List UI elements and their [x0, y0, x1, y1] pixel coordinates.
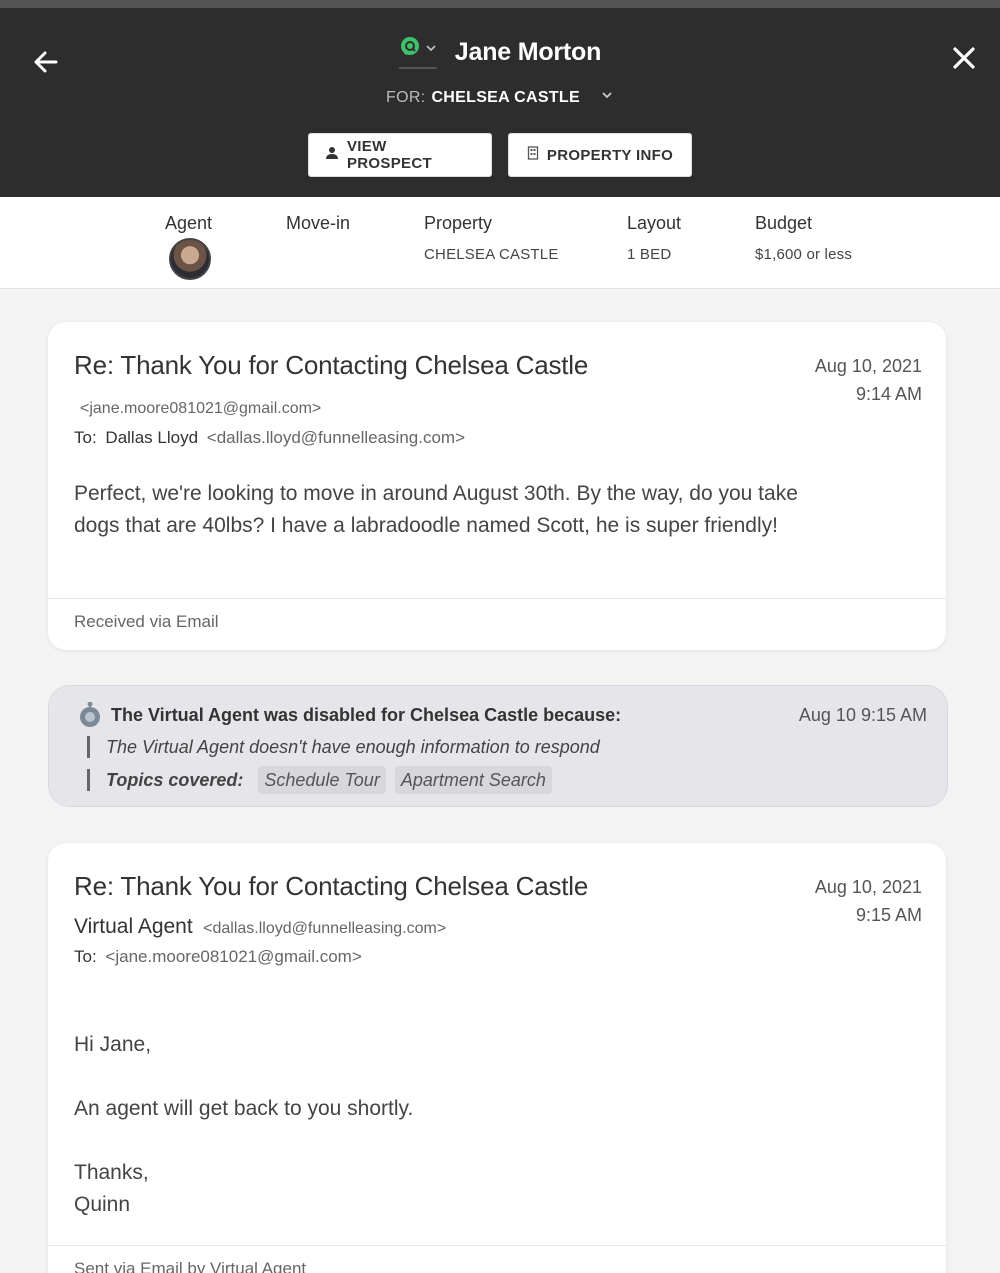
from-email: <dallas.lloyd@funnelleasing.com> [203, 920, 447, 937]
layout-value: 1 BED [627, 246, 672, 263]
to-email: <dallas.lloyd@funnelleasing.com> [206, 428, 466, 447]
property-column: Property CHELSEA CASTLE [424, 213, 559, 263]
conversation-header: Jane Morton FOR: CHELSEA CASTLE VIEW PRO… [0, 0, 1000, 197]
to-name: Dallas Lloyd [105, 428, 199, 447]
chevron-down-icon[interactable] [600, 88, 614, 107]
message-from: Virtual Agent <dallas.lloyd@funnelleasin… [74, 915, 446, 939]
from-email: <jane.moore081021@gmail.com> [80, 400, 322, 417]
message-time: 9:14 AM [855, 384, 922, 404]
prospect-summary-bar: Agent Move-in Property CHELSEA CASTLE La… [0, 197, 1000, 289]
notice-reason: The Virtual Agent doesn't have enough in… [87, 736, 600, 758]
message-date: Aug 10, 2021 [814, 356, 922, 376]
view-prospect-label: VIEW PROSPECT [347, 138, 432, 172]
budget-value: $1,600 or less [755, 246, 853, 263]
divider [48, 598, 946, 599]
property-label: Property [424, 213, 493, 233]
budget-label: Budget [755, 213, 813, 233]
for-property: CHELSEA CASTLE [431, 88, 580, 106]
to-label: To: [74, 947, 97, 966]
to-label: To: [74, 428, 97, 447]
budget-column: Budget $1,600 or less [755, 213, 852, 263]
topic-tag[interactable]: Apartment Search [394, 766, 552, 794]
message-card-inbound: Re: Thank You for Contacting Chelsea Cas… [48, 322, 946, 650]
message-card-outbound: Re: Thank You for Contacting Chelsea Cas… [48, 843, 946, 1273]
agent-column: Agent [165, 213, 212, 280]
message-time: 9:15 AM [855, 905, 922, 925]
person-icon [325, 146, 339, 164]
prospect-name: Jane Morton [454, 38, 602, 66]
close-icon[interactable] [948, 42, 980, 74]
divider [48, 1245, 946, 1246]
message-date: Aug 10, 2021 [814, 877, 922, 897]
to-email: <jane.moore081021@gmail.com> [105, 947, 362, 966]
message-from: <jane.moore081021@gmail.com> [80, 400, 321, 418]
robot-icon [77, 701, 103, 728]
message-timestamp: Aug 10, 2021 9:14 AM [815, 352, 922, 408]
message-timestamp: Aug 10, 2021 9:15 AM [815, 873, 922, 929]
message-to: To: Dallas Lloyd <dallas.lloyd@funnellea… [74, 428, 465, 448]
building-icon [527, 146, 539, 164]
message-body: Perfect, we're looking to move in around… [74, 482, 798, 537]
message-signoff: Thanks, [74, 1161, 149, 1184]
topics-row: Topics covered: Schedule Tour Apartment … [87, 766, 552, 794]
view-prospect-button[interactable]: VIEW PROSPECT [308, 133, 492, 177]
agent-avatar[interactable] [169, 238, 211, 280]
property-context: FOR: CHELSEA CASTLE [0, 88, 1000, 107]
property-info-label: PROPERTY INFO [546, 146, 674, 164]
chat-bubble-icon [399, 36, 421, 63]
message-to: To: <jane.moore081021@gmail.com> [74, 947, 362, 967]
message-channel-note: Sent via Email by Virtual Agent [74, 1259, 307, 1273]
topics-label: Topics covered: [106, 770, 244, 790]
message-signature: Quinn [74, 1193, 131, 1216]
property-value: CHELSEA CASTLE [424, 246, 559, 263]
property-info-button[interactable]: PROPERTY INFO [508, 133, 692, 177]
title-row: Jane Morton [0, 36, 1000, 69]
virtual-agent-notice: The Virtual Agent was disabled for Chels… [48, 685, 948, 807]
for-label: FOR: [386, 88, 426, 106]
sender-name: Virtual Agent [74, 915, 193, 938]
agent-label: Agent [165, 213, 213, 233]
notice-title: The Virtual Agent was disabled for Chels… [111, 705, 622, 725]
layout-column: Layout 1 BED [627, 213, 681, 263]
message-subject: Re: Thank You for Contacting Chelsea Cas… [74, 871, 589, 901]
movein-label: Move-in [286, 213, 351, 233]
topic-tag[interactable]: Schedule Tour [258, 766, 386, 794]
layout-label: Layout [627, 213, 682, 233]
message-subject: Re: Thank You for Contacting Chelsea Cas… [74, 350, 589, 380]
header-actions: VIEW PROSPECT PROPERTY INFO [0, 133, 1000, 177]
notice-timestamp: Aug 10 9:15 AM [798, 705, 927, 725]
message-greeting: Hi Jane, [74, 1033, 152, 1056]
message-channel-note: Received via Email [74, 612, 219, 631]
channel-selector[interactable] [398, 36, 437, 69]
movein-column: Move-in [286, 213, 350, 234]
chevron-down-icon [425, 41, 437, 59]
message-body: An agent will get back to you shortly. [74, 1097, 414, 1120]
